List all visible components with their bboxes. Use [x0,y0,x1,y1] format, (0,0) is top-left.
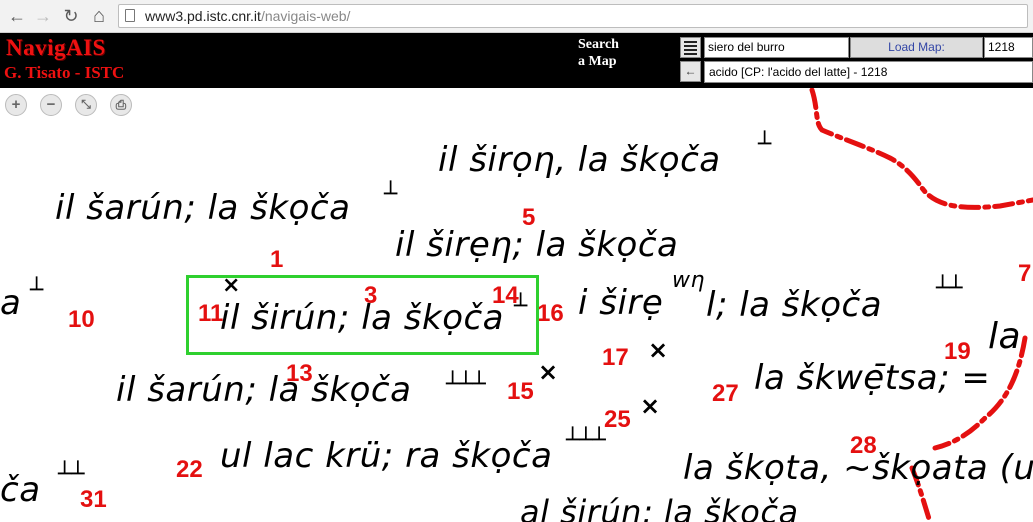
map-text: a [0,283,22,323]
forward-arrow-icon[interactable]: → [32,5,54,27]
map-mark: ┴┴┴ [566,428,606,453]
point-number: 28 [850,432,877,459]
app-title: NavigAIS [6,35,106,60]
browser-toolbar: ← → ↻ ⌂ www3.pd.istc.cnr.it/navigais-web… [0,0,1033,33]
app-subtitle: G. Tisato - ISTC [4,63,125,82]
zoom-in-icon[interactable]: + [5,94,27,116]
back-arrow-button-icon[interactable]: ← [680,61,701,82]
point-number: 7 [1018,260,1032,287]
map-text: il širọη, la škọča [438,140,721,180]
map-mark: ┴┴┴ [446,372,486,397]
print-icon[interactable]: ⎙ [110,94,132,116]
search-label-line2: a Map [578,54,617,69]
map-mark: ┴ [30,278,44,303]
map-text: wη [672,268,705,293]
map-mark: ┴┴ [58,462,85,487]
map-text: al širún; la škọča [520,493,799,522]
map-text: ča [0,470,41,510]
map-number-input[interactable]: 1218 [984,37,1033,58]
search-input[interactable]: siero del burro [704,37,849,58]
point-number: 25 [604,406,631,433]
map-mark: ┴┴ [936,276,963,301]
list-icon[interactable] [680,37,701,58]
map-mark: × [538,358,559,386]
result-select[interactable]: acido [CP: l'acido del latte] - 1218 [704,61,1033,83]
selected-point-highlight [186,275,539,355]
map-text: il šarún; la škọča [116,370,412,410]
address-bar[interactable]: www3.pd.istc.cnr.it/navigais-web/ [118,4,1028,28]
map-text: l; la škọča [706,285,883,325]
map-text: il širẹη; la škọča [395,225,679,265]
map-text: la [988,316,1022,357]
back-arrow-icon[interactable]: ← [6,5,28,27]
map-mark: × [648,336,669,364]
point-number: 17 [602,344,629,371]
reload-icon[interactable]: ↻ [60,5,82,27]
url-text: www3.pd.istc.cnr.it/navigais-web/ [145,8,350,24]
point-number: 1 [270,246,284,273]
point-number: 5 [522,204,536,231]
point-number: 10 [68,306,95,333]
point-number: 27 [712,380,739,407]
url-host: www3.pd.istc.cnr.it [145,8,261,24]
map-mark: ┴ [384,182,398,207]
zoom-out-icon[interactable]: − [40,94,62,116]
search-a-map-label: Search a Map [578,36,619,70]
zoom-extent-icon[interactable]: ⤡ [75,94,97,116]
point-number: 15 [507,378,534,405]
point-number: 13 [286,360,313,387]
point-number: 22 [176,456,203,483]
map-text: ul lac krü; ra škọča [220,436,553,476]
point-number: 19 [944,338,971,365]
map-canvas[interactable]: + − ⤡ ⎙ il širọη, la škọča il šarún; la … [0,88,1033,522]
map-mark: × [640,392,661,420]
url-path: /navigais-web/ [260,8,351,24]
map-mark: ┴ [758,132,772,157]
app-header: NavigAIS G. Tisato - ISTC Search a Map s… [0,33,1033,88]
home-icon[interactable]: ⌂ [88,5,110,27]
map-text: i širẹ [578,283,664,323]
load-map-button[interactable]: Load Map: [850,37,983,58]
map-text: il šarún; la škọča [55,188,351,228]
page-icon [125,9,135,22]
point-number: 31 [80,486,107,513]
point-number: 16 [537,300,564,327]
search-label-line1: Search [578,37,619,52]
